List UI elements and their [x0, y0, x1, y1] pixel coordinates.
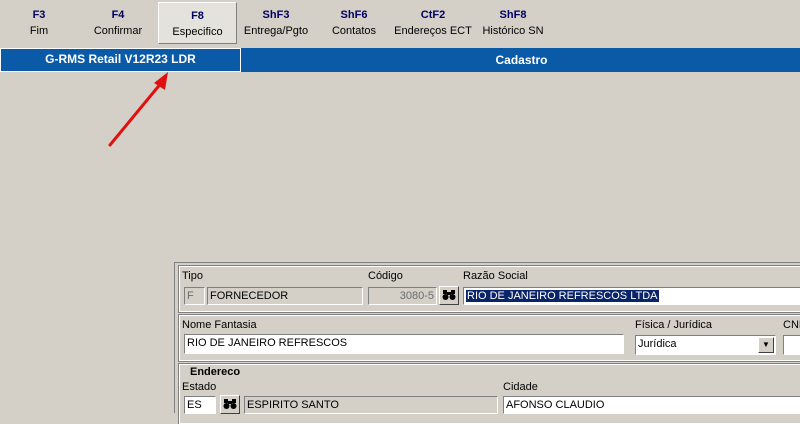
cnpj-field[interactable]: [783, 335, 800, 355]
shf6-contatos-button[interactable]: ShF6 Contatos: [315, 2, 393, 44]
binoculars-icon[interactable]: [220, 395, 240, 414]
endereco-section-title: Endereco: [190, 366, 241, 378]
shf8-historico-sn-button[interactable]: ShF8 Histórico SN: [473, 2, 553, 44]
f4-confirmar-button[interactable]: F4 Confirmar: [78, 2, 158, 44]
cidade-field[interactable]: AFONSO CLAUDIO: [503, 396, 800, 414]
key-label: Endereços ECT: [394, 25, 472, 37]
estado-label: Estado: [182, 381, 217, 393]
estado-code-field[interactable]: ES: [184, 396, 216, 414]
key-code: F4: [111, 9, 125, 21]
key-label: Fim: [29, 25, 49, 37]
nome-fantasia-field[interactable]: RIO DE JANEIRO REFRESCOS: [184, 334, 624, 354]
tipo-description-field: FORNECEDOR: [207, 287, 363, 305]
tipo-label: Tipo: [182, 270, 203, 282]
shf3-entrega-pgto-button[interactable]: ShF3 Entrega/Pgto: [237, 2, 315, 44]
razao-social-label: Razão Social: [463, 270, 528, 282]
key-code: CtF2: [420, 9, 446, 21]
tipo-code-field[interactable]: F: [184, 287, 205, 305]
endereco-group: Endereco Estado ES ESPIRITO SANTO Cidade…: [178, 363, 800, 424]
function-key-toolbar: F3 Fim F4 Confirmar F8 Especifico ShF3 E…: [0, 0, 800, 46]
key-label: Confirmar: [93, 25, 143, 37]
fantasia-group: Nome Fantasia RIO DE JANEIRO REFRESCOS F…: [178, 314, 800, 362]
codigo-label: Código: [368, 270, 403, 282]
chevron-down-icon[interactable]: ▼: [758, 337, 774, 353]
fisica-juridica-select[interactable]: Jurídica: [635, 335, 776, 355]
key-code: ShF3: [262, 9, 290, 21]
key-label: Entrega/Pgto: [243, 25, 309, 37]
key-code: ShF6: [340, 9, 368, 21]
razao-social-value: RIO DE JANEIRO REFRESCOS LTDA: [466, 290, 659, 302]
annotation-arrow: [108, 72, 168, 147]
screen-title: Cadastro: [495, 53, 548, 67]
razao-social-field[interactable]: RIO DE JANEIRO REFRESCOS LTDA: [463, 287, 800, 305]
key-label: Especifico: [172, 26, 223, 38]
key-code: ShF8: [499, 9, 527, 21]
key-code: F3: [32, 9, 46, 21]
cnpj-label: CNP: [783, 319, 800, 331]
codigo-field[interactable]: 3080-5: [368, 287, 437, 305]
fisica-juridica-value: Jurídica: [638, 338, 677, 350]
estado-name-field: ESPIRITO SANTO: [244, 396, 498, 414]
fisica-juridica-label: Física / Jurídica: [635, 319, 713, 331]
cidade-label: Cidade: [503, 381, 538, 393]
identification-group: Tipo F FORNECEDOR Código 3080-5 Razão So…: [178, 265, 800, 313]
binoculars-icon[interactable]: [439, 286, 459, 305]
key-code: F8: [191, 10, 204, 22]
key-label: Histórico SN: [482, 25, 544, 37]
f3-fim-button[interactable]: F3 Fim: [0, 2, 78, 44]
nome-fantasia-label: Nome Fantasia: [182, 319, 257, 331]
key-label: Contatos: [331, 25, 377, 37]
cadastro-form: Tipo F FORNECEDOR Código 3080-5 Razão So…: [174, 262, 800, 424]
ctf2-enderecos-ect-button[interactable]: CtF2 Endereços ECT: [393, 2, 473, 44]
f8-especifico-button[interactable]: F8 Especifico: [158, 2, 237, 44]
